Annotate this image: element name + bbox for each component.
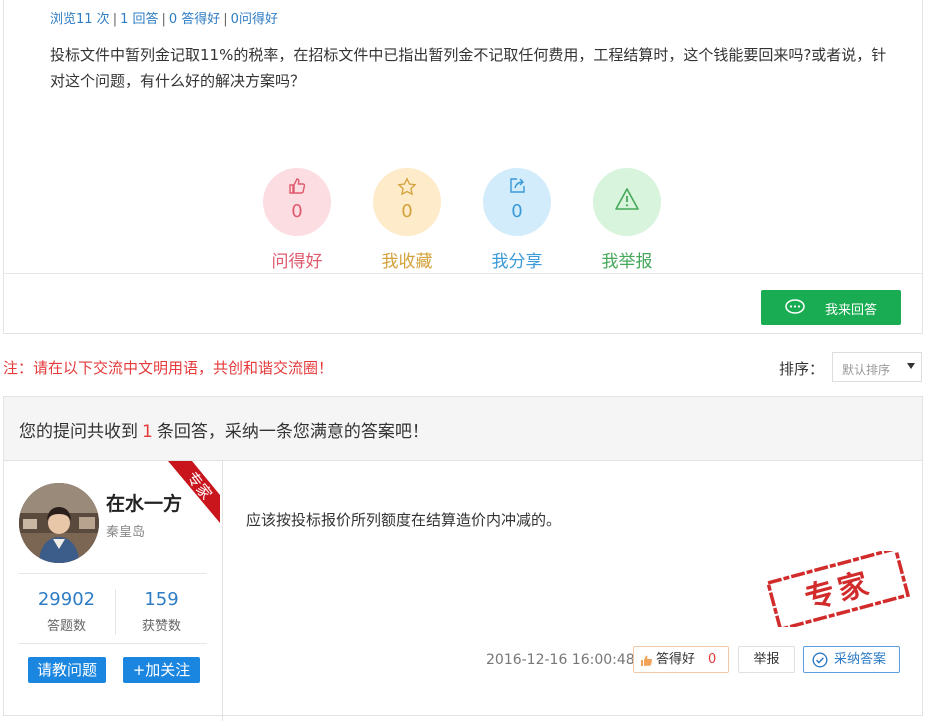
favorite-label: 我收藏 (381, 252, 433, 272)
avatar[interactable] (19, 483, 99, 563)
chat-bubble-icon (785, 299, 805, 314)
thumbs-up-icon (263, 177, 331, 200)
answers-count[interactable]: 1 回答 (120, 12, 158, 27)
question-text: 投标文件中暂列金记取11%的税率，在招标文件中已指出暂列金不记取任何费用，工程结… (50, 46, 887, 90)
good-answer-count: 0 (708, 652, 717, 667)
expert-stamp: 专家 (764, 546, 912, 632)
favorite-button[interactable]: 0 我收藏 (362, 168, 452, 272)
good-answer-label: 答得好 (656, 652, 696, 667)
check-circle-icon (812, 652, 828, 677)
report-question-button[interactable]: 我举报 (582, 168, 672, 272)
sort-label: 排序： (779, 360, 825, 378)
question-meta: 浏览11 次 | 1 回答 | 0 答得好 | 0问得好 (50, 12, 278, 27)
good-answers-count: 0 答得好 (168, 12, 221, 27)
likes-count-value: 159 (144, 589, 179, 610)
sort-selected-value: 默认排序 (842, 363, 891, 377)
answers-header-count: 1 (142, 422, 153, 442)
answers-count-label: 答题数 (46, 619, 86, 634)
answers-count-stat: 29902 答题数 (19, 589, 114, 634)
expert-ribbon-badge: 专家 (168, 461, 220, 523)
views-count: 浏览11 次 (50, 12, 110, 27)
adopt-answer-button[interactable]: 采纳答案 (803, 646, 900, 673)
answers-header-prefix: 您的提问共收到 (19, 422, 138, 442)
follow-button[interactable]: +加关注 (123, 657, 200, 683)
favorite-count: 0 (401, 201, 413, 222)
answers-header: 您的提问共收到 1 条回答，采纳一条您满意的答案吧！ (4, 397, 922, 461)
expert-stamp-text: 专家 (801, 566, 876, 617)
divider (4, 273, 922, 274)
share-icon (483, 177, 551, 200)
report-answer-button[interactable]: 举报 (738, 646, 795, 673)
good-answer-button[interactable]: 答得好 0 (633, 646, 729, 673)
adopt-answer-label: 采纳答案 (834, 652, 887, 667)
question-card: 浏览11 次 | 1 回答 | 0 答得好 | 0问得好 投标文件中暂列金记取11%的税率，… (3, 0, 923, 334)
like-label: 问得好 (271, 252, 323, 272)
divider (19, 573, 207, 574)
thumbs-up-icon (640, 651, 653, 676)
star-icon (373, 177, 441, 202)
answers-count-value: 29902 (37, 589, 96, 610)
like-question-button[interactable]: 0 问得好 (252, 168, 342, 272)
answerer-card: 在水一方 秦皇岛 专家 29902 答题数 159 获赞数 请教问题 +加关注 (12, 461, 223, 721)
likes-count-stat: 159 获赞数 (114, 589, 209, 634)
sort-select[interactable]: 默认排序 (832, 352, 922, 382)
like-count: 0 (291, 201, 303, 222)
divider (19, 643, 207, 644)
warning-icon (593, 187, 661, 216)
answer-text: 应该按投标报价所列额度在结算造价内冲减的。 (246, 511, 562, 529)
ask-question-button[interactable]: 请教问题 (28, 657, 106, 683)
good-question-count: 0问得好 (230, 12, 278, 27)
share-count: 0 (511, 201, 523, 222)
share-label: 我分享 (491, 252, 543, 272)
answerer-location: 秦皇岛 (106, 525, 146, 540)
write-answer-label: 我来回答 (825, 303, 878, 318)
community-notice: 注：请在以下交流中文明用语，共创和谐交流圈！ (3, 359, 334, 377)
write-answer-button[interactable]: 我来回答 (761, 290, 901, 325)
answers-header-suffix: 条回答，采纳一条您满意的答案吧！ (156, 422, 429, 442)
likes-count-label: 获赞数 (141, 619, 181, 634)
answer-timestamp: 2016-12-16 16:00:48 (486, 652, 635, 668)
share-button[interactable]: 0 我分享 (472, 168, 562, 272)
chevron-down-icon (907, 363, 915, 369)
report-label: 我举报 (601, 252, 653, 272)
